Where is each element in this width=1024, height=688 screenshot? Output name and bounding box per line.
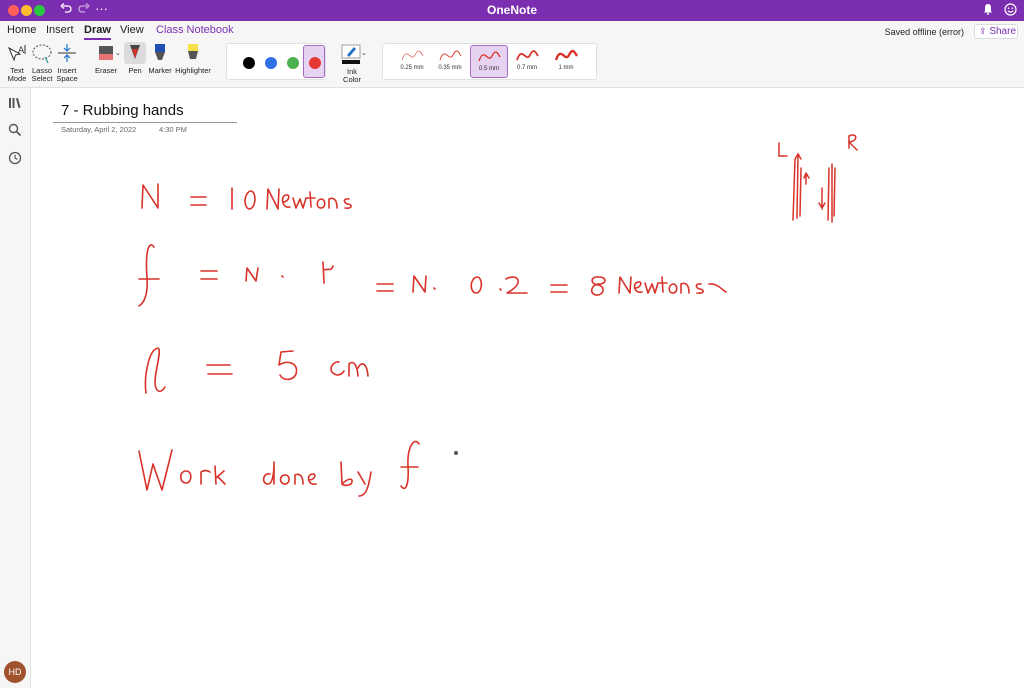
color-black-swatch[interactable] <box>243 57 255 69</box>
text-mode-icon: A <box>7 45 26 62</box>
highlighter-icon <box>188 44 198 59</box>
marker-label: Marker <box>148 66 172 75</box>
navigation-sidebar: HD <box>0 88 31 688</box>
eraser-label: Eraser <box>94 66 118 75</box>
pen-icon <box>130 45 140 59</box>
text-mode-label: Text Mode <box>7 66 27 83</box>
color-red-swatch[interactable] <box>309 57 321 69</box>
marker-button[interactable]: Marker <box>148 42 172 75</box>
recent-icon[interactable] <box>8 151 22 165</box>
ink-line-4 <box>138 440 420 497</box>
ink-color-palette <box>226 43 326 80</box>
notifications-icon[interactable] <box>983 3 993 19</box>
color-blue-swatch[interactable] <box>265 57 277 69</box>
color-green-swatch[interactable] <box>287 57 299 69</box>
tab-insert[interactable]: Insert <box>46 24 74 36</box>
stroke-width-icon <box>554 49 579 61</box>
width-0-7mm-option[interactable]: 0.7 mm <box>508 45 546 78</box>
avatar[interactable]: HD <box>4 661 26 683</box>
width-label: 0.5 mm <box>478 66 499 72</box>
insert-space-button[interactable]: Insert Space <box>55 42 79 83</box>
width-1mm-option[interactable]: 1 mm <box>547 45 585 78</box>
lasso-select-button[interactable]: Lasso Select <box>30 42 54 83</box>
share-button[interactable]: ⇪ Share <box>974 24 1018 39</box>
notebooks-icon[interactable] <box>8 96 22 110</box>
save-status: Saved offline (error) <box>884 27 964 37</box>
ink-color-label: Ink Color <box>343 67 361 84</box>
tab-view[interactable]: View <box>120 24 144 36</box>
ink-line-2 <box>138 244 727 307</box>
ribbon-tabs: Home Insert Draw View Class Notebook Sav… <box>0 21 1024 40</box>
text-mode-button[interactable]: A Text Mode <box>6 42 28 83</box>
insert-space-icon <box>58 44 76 62</box>
highlighter-button[interactable]: Highlighter <box>174 42 212 75</box>
app-title: OneNote <box>486 3 537 17</box>
draw-ribbon: A Text Mode Lasso Select Insert Space Er… <box>0 40 1024 88</box>
width-0-5mm-option[interactable]: 0.5 mm <box>470 45 508 78</box>
stroke-width-icon <box>401 50 424 61</box>
tab-draw[interactable]: Draw <box>84 24 111 40</box>
stroke-width-icon <box>516 50 539 61</box>
insert-space-label: Insert Space <box>56 66 78 83</box>
width-0-25mm-option[interactable]: 0.25 mm <box>393 45 431 78</box>
width-label: 0.35 mm <box>438 65 462 71</box>
ink-line-3 <box>144 347 369 394</box>
ink-line-1 <box>141 183 352 210</box>
ink-hands-diagram <box>778 134 858 223</box>
ink-color-dropdown-icon[interactable]: ⌄ <box>361 49 367 57</box>
pen-label: Pen <box>128 66 142 75</box>
eraser-button[interactable]: Eraser <box>92 42 120 75</box>
title-bar: ··· OneNote <box>0 0 1024 21</box>
lasso-select-label: Lasso Select <box>31 66 53 83</box>
onenote-window: ··· OneNote Home Insert Draw View Class … <box>0 0 1024 688</box>
pen-button[interactable]: Pen <box>124 42 146 75</box>
eraser-dropdown-icon[interactable]: ⌄ <box>115 49 121 57</box>
note-page[interactable]: 7 - Rubbing hands Saturday, April 2, 202… <box>31 88 1024 688</box>
feedback-smiley-icon[interactable] <box>1004 3 1017 20</box>
pen-width-gallery: 0.25 mm 0.35 mm 0.5 mm 0.7 mm 1 mm <box>382 43 597 80</box>
width-label: 0.7 mm <box>516 65 537 71</box>
ink-strokes[interactable] <box>31 88 1024 688</box>
share-icon: ⇪ <box>979 26 987 36</box>
width-label: 1 mm <box>558 65 574 71</box>
svg-text:A: A <box>18 46 25 56</box>
width-label: 0.25 mm <box>400 65 424 71</box>
share-label: Share <box>989 26 1017 37</box>
marker-icon <box>155 44 165 60</box>
eraser-icon <box>99 46 113 60</box>
lasso-icon <box>32 44 52 64</box>
highlighter-label: Highlighter <box>175 66 211 75</box>
tab-home[interactable]: Home <box>7 24 36 36</box>
search-icon[interactable] <box>8 123 22 137</box>
ink-pen-dot <box>454 451 458 455</box>
width-0-35mm-option[interactable]: 0.35 mm <box>431 45 469 78</box>
tab-class-notebook[interactable]: Class Notebook <box>156 24 234 36</box>
stroke-width-icon <box>478 51 501 62</box>
stroke-width-icon <box>439 50 462 61</box>
